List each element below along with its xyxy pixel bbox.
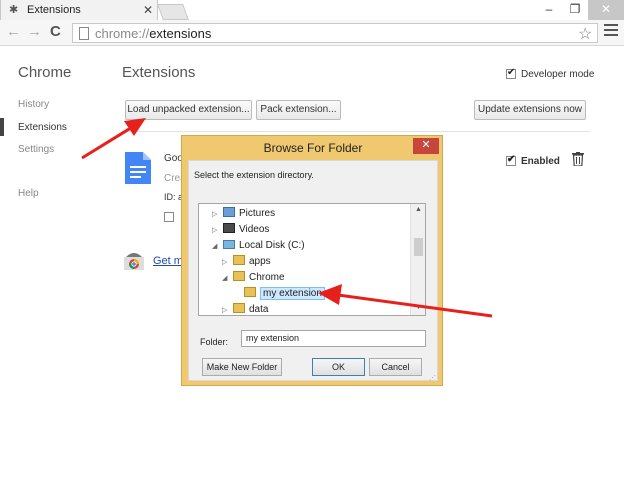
ok-button[interactable]: OK <box>312 358 365 376</box>
tree-scrollbar[interactable]: ▲ ▼ <box>410 204 425 315</box>
cancel-button[interactable]: Cancel <box>369 358 422 376</box>
expand-icon[interactable]: ▷ <box>222 255 230 271</box>
tree-item-data[interactable]: ▷ data <box>222 302 269 315</box>
collapse-icon[interactable]: ◢ <box>222 271 230 287</box>
pictures-folder-icon <box>223 207 235 217</box>
sidebar-item-settings[interactable]: Settings <box>18 144 54 155</box>
scroll-up-icon[interactable]: ▲ <box>415 206 422 213</box>
tree-item-chrome[interactable]: ◢ Chrome <box>222 270 285 286</box>
allow-incognito-checkbox[interactable] <box>164 212 174 222</box>
tree-item-label: my extension <box>260 287 325 300</box>
tree-item-label: apps <box>249 256 271 267</box>
get-more-extensions-link[interactable]: Get m <box>153 255 183 267</box>
drive-icon <box>223 240 235 249</box>
tab-close-icon[interactable]: ✕ <box>143 3 153 17</box>
folder-input[interactable]: my extension <box>241 330 426 347</box>
pack-extension-button[interactable]: Pack extension... <box>256 100 341 120</box>
back-button[interactable]: ← <box>6 24 21 40</box>
enabled-label: Enabled <box>521 156 560 167</box>
tree-item-label: Chrome <box>249 272 285 283</box>
new-tab-button[interactable] <box>157 4 189 20</box>
developer-mode-label: Developer mode <box>521 69 595 80</box>
forward-button[interactable]: → <box>27 24 42 40</box>
minimize-button[interactable]: – <box>537 0 561 20</box>
folder-icon <box>244 287 256 297</box>
tree-item-label: data <box>249 304 269 315</box>
sidebar-title: Chrome <box>18 64 72 81</box>
enabled-toggle[interactable]: Enabled <box>506 154 560 167</box>
sidebar-item-history[interactable]: History <box>18 99 49 110</box>
active-item-marker <box>0 118 4 136</box>
url-host: extensions <box>149 26 212 41</box>
folder-icon <box>233 271 245 281</box>
bookmark-star-icon[interactable]: ☆ <box>578 24 592 44</box>
tree-item-label: Pictures <box>239 208 276 219</box>
folder-label: Folder: <box>200 337 229 347</box>
expand-icon[interactable]: ▷ <box>212 223 220 239</box>
tree-item-local-disk[interactable]: ◢ Local Disk (C:) <box>212 238 305 254</box>
update-extensions-button[interactable]: Update extensions now <box>474 100 586 120</box>
videos-folder-icon <box>223 223 235 233</box>
page-title: Extensions <box>122 64 196 81</box>
dialog-close-button[interactable]: ✕ <box>413 138 439 154</box>
scroll-thumb[interactable] <box>414 238 423 256</box>
url-scheme: chrome:// <box>95 26 150 41</box>
make-new-folder-button[interactable]: Make New Folder <box>202 358 282 376</box>
google-docs-icon <box>125 152 151 184</box>
dialog-title: Browse For Folder <box>263 141 363 155</box>
hamburger-menu-icon[interactable] <box>604 24 618 39</box>
tab-extensions[interactable]: ✱ Extensions ✕ <box>0 0 158 20</box>
web-store-icon <box>124 253 144 270</box>
window-close-button[interactable]: ✕ <box>588 0 624 20</box>
collapse-icon[interactable]: ◢ <box>212 239 220 255</box>
tree-item-my-extension[interactable]: my extension <box>233 286 325 302</box>
developer-mode-toggle[interactable]: Developer mode <box>506 67 595 80</box>
puzzle-icon: ✱ <box>9 4 19 16</box>
developer-mode-checkbox[interactable] <box>506 67 516 80</box>
tree-item-apps[interactable]: ▷ apps <box>222 254 271 270</box>
expand-icon[interactable]: ▷ <box>212 207 220 223</box>
reload-button[interactable]: C <box>50 24 61 40</box>
folder-icon <box>233 255 245 265</box>
trash-icon[interactable] <box>572 152 584 166</box>
enabled-checkbox[interactable] <box>506 154 516 167</box>
load-unpacked-button[interactable]: Load unpacked extension... <box>125 100 252 120</box>
url-text: chrome://extensions <box>95 26 211 41</box>
expand-icon[interactable]: ▷ <box>222 303 230 315</box>
title-bar: ✱ Extensions ✕ – ❐ ✕ <box>0 0 624 20</box>
browse-for-folder-dialog: Browse For Folder ✕ Select the extension… <box>181 135 443 386</box>
scroll-down-icon[interactable]: ▼ <box>415 304 422 311</box>
maximize-button[interactable]: ❐ <box>563 0 587 20</box>
folder-icon <box>233 303 245 313</box>
tab-title: Extensions <box>27 4 81 16</box>
folder-tree[interactable]: ▷ Pictures ▷ Videos ◢ Local Disk (C:) ▷ apps… <box>198 203 426 316</box>
tree-item-label: Videos <box>239 224 270 235</box>
tree-item-label: Local Disk (C:) <box>239 240 305 251</box>
sidebar-item-extensions[interactable]: Extensions <box>18 122 67 133</box>
sidebar-item-help[interactable]: Help <box>18 188 39 199</box>
browser-toolbar: ← → C chrome://extensions ☆ <box>0 20 624 46</box>
tree-item-videos[interactable]: ▷ Videos <box>212 222 269 238</box>
dialog-prompt: Select the extension directory. <box>194 170 314 180</box>
address-bar[interactable]: chrome://extensions ☆ <box>72 23 598 43</box>
resize-grip-icon[interactable]: ⋰ <box>429 374 436 382</box>
divider <box>122 131 590 132</box>
tree-item-pictures[interactable]: ▷ Pictures <box>212 206 275 222</box>
page-icon <box>79 27 89 40</box>
